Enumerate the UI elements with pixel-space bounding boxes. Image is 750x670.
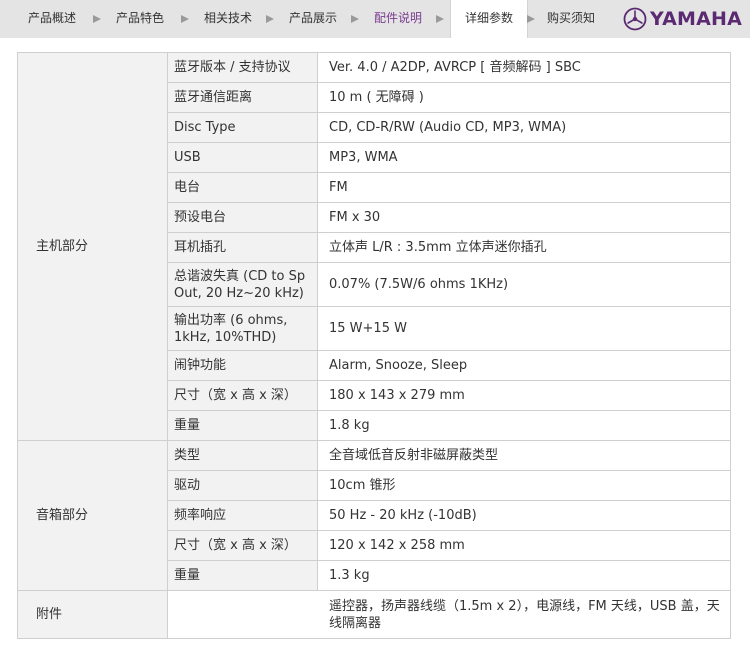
tab-features[interactable]: 产品特色 — [116, 0, 164, 38]
nav-arrow-icon — [351, 15, 359, 23]
spec-label: 尺寸（宽 x 高 x 深） — [167, 380, 318, 411]
spec-label: 电台 — [167, 172, 318, 203]
spec-value: 180 x 143 x 279 mm — [317, 380, 731, 411]
spec-label: 总谐波失真 (CD to Sp Out, 20 Hz~20 kHz) — [167, 262, 318, 307]
spec-value: Ver. 4.0 / A2DP, AVRCP [ 音频解码 ] SBC — [317, 52, 731, 83]
group-accessories: 附件 — [17, 590, 168, 639]
spec-label: 尺寸（宽 x 高 x 深） — [167, 530, 318, 561]
yamaha-logo[interactable]: YAMAHA — [623, 5, 742, 33]
tab-technology[interactable]: 相关技术 — [204, 0, 252, 38]
yamaha-tuning-fork-icon — [623, 7, 647, 31]
spec-value: 1.8 kg — [317, 410, 731, 441]
spec-value: FM x 30 — [317, 202, 731, 233]
product-nav-bar: 产品概述 产品特色 相关技术 产品展示 配件说明 详细参数 购买须知 YAMAH… — [0, 0, 750, 38]
spec-value: 10cm 锥形 — [317, 470, 731, 501]
spec-value: 全音域低音反射非磁屏蔽类型 — [317, 440, 731, 471]
nav-arrow-icon — [527, 15, 535, 23]
specifications-table: 主机部分 蓝牙版本 / 支持协议 Ver. 4.0 / A2DP, AVRCP … — [17, 52, 731, 639]
spec-label: 闹钟功能 — [167, 350, 318, 381]
spec-label: 蓝牙版本 / 支持协议 — [167, 52, 318, 83]
spec-label: Disc Type — [167, 112, 318, 143]
tab-purchase-notes[interactable]: 购买须知 — [547, 0, 595, 38]
spec-value: 0.07% (7.5W/6 ohms 1KHz) — [317, 262, 731, 307]
accessories-value: 遥控器，扬声器线缆（1.5m x 2），电源线，FM 天线，USB 盖，天线隔离… — [167, 590, 731, 639]
spec-value: Alarm, Snooze, Sleep — [317, 350, 731, 381]
spec-value: 立体声 L/R : 3.5mm 立体声迷你插孔 — [317, 232, 731, 263]
tab-gallery[interactable]: 产品展示 — [289, 0, 337, 38]
tab-accessories[interactable]: 配件说明 — [374, 0, 422, 38]
spec-label: 输出功率 (6 ohms, 1kHz, 10%THD) — [167, 306, 318, 351]
group-main-unit: 主机部分 — [17, 52, 168, 441]
spec-value: 1.3 kg — [317, 560, 731, 591]
spec-value: 10 m ( 无障碍 ) — [317, 82, 731, 113]
tab-specifications[interactable]: 详细参数 — [450, 0, 528, 38]
table-row: 附件 遥控器，扬声器线缆（1.5m x 2），电源线，FM 天线，USB 盖，天… — [17, 590, 731, 639]
nav-arrow-icon — [93, 15, 101, 23]
spec-value: 120 x 142 x 258 mm — [317, 530, 731, 561]
spec-label: 重量 — [167, 560, 318, 591]
table-row: 主机部分 蓝牙版本 / 支持协议 Ver. 4.0 / A2DP, AVRCP … — [17, 52, 731, 441]
nav-arrow-icon — [266, 15, 274, 23]
spec-label: 蓝牙通信距离 — [167, 82, 318, 113]
spec-value: 15 W+15 W — [317, 306, 731, 351]
spec-value: FM — [317, 172, 731, 203]
group-speaker: 音箱部分 — [17, 440, 168, 591]
spec-label: 驱动 — [167, 470, 318, 501]
spec-value: CD, CD-R/RW (Audio CD, MP3, WMA) — [317, 112, 731, 143]
brand-name: YAMAHA — [650, 8, 743, 30]
spec-label: 重量 — [167, 410, 318, 441]
spec-label: 类型 — [167, 440, 318, 471]
spec-value: MP3, WMA — [317, 142, 731, 173]
tab-overview[interactable]: 产品概述 — [28, 0, 76, 38]
spec-label: 频率响应 — [167, 500, 318, 531]
spec-label: 预设电台 — [167, 202, 318, 233]
table-row: 音箱部分 类型 全音域低音反射非磁屏蔽类型 — [17, 440, 731, 591]
nav-arrow-icon — [181, 15, 189, 23]
spec-label: 耳机插孔 — [167, 232, 318, 263]
spec-label: USB — [167, 142, 318, 173]
spec-value: 50 Hz - 20 kHz (-10dB) — [317, 500, 731, 531]
nav-arrow-icon — [436, 15, 444, 23]
